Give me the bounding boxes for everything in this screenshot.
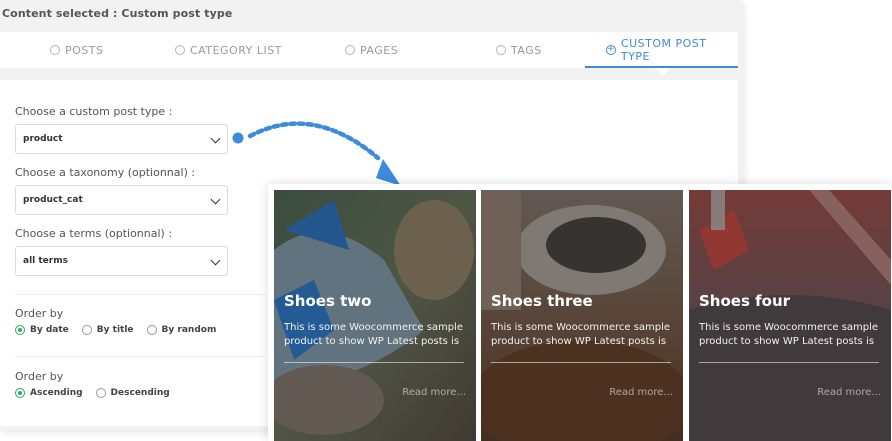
- taxonomy-select[interactable]: product_cat: [15, 185, 228, 215]
- radio-by-title[interactable]: By title: [81, 325, 134, 335]
- divider: [15, 294, 265, 295]
- read-more-link[interactable]: Read more...: [609, 387, 673, 398]
- post-type-select[interactable]: product: [15, 124, 228, 154]
- card-description: This is some Woocommerce sample product …: [284, 322, 464, 347]
- tab-posts[interactable]: POSTS: [50, 32, 103, 68]
- tab-label: POSTS: [65, 43, 104, 57]
- card-divider: [491, 362, 671, 363]
- card-title: Shoes two: [284, 292, 372, 310]
- card-description: This is some Woocommerce sample product …: [491, 322, 671, 347]
- card-title: Shoes four: [699, 292, 791, 310]
- image-overlay: [481, 190, 683, 441]
- read-more-link[interactable]: Read more...: [817, 387, 881, 398]
- tab-category-list[interactable]: CATEGORY LIST: [175, 32, 282, 68]
- card-description: This is some Woocommerce sample product …: [699, 322, 879, 347]
- radio-label: By title: [96, 325, 134, 335]
- card-divider: [284, 362, 464, 363]
- radio-label: By date: [30, 325, 69, 335]
- radio-circle-icon: [345, 45, 355, 55]
- radio-checked-icon: [15, 388, 25, 398]
- image-overlay: [689, 190, 891, 441]
- tab-label: PAGES: [360, 43, 399, 57]
- radio-unchecked-icon: [95, 388, 106, 398]
- chevron-down-icon: [210, 255, 221, 266]
- content-tabs: POSTS CATEGORY LIST PAGES TAGS CUSTOM PO…: [0, 32, 738, 68]
- tab-label: TAGS: [511, 43, 542, 57]
- read-more-link[interactable]: Read more...: [402, 387, 466, 398]
- terms-label: Choose a terms (optionnal) :: [15, 227, 173, 240]
- latest-posts-preview: Shoes two This is some Woocommerce sampl…: [268, 184, 892, 441]
- radio-label: Ascending: [30, 388, 83, 398]
- chevron-down-icon: [210, 194, 221, 205]
- radio-by-date[interactable]: By date: [15, 325, 69, 335]
- panel-title: Content selected : Custom post type: [2, 7, 233, 20]
- radio-circle-icon: [496, 45, 506, 55]
- taxonomy-label: Choose a taxonomy (optionnal) :: [15, 166, 196, 179]
- caret-pointer-icon: [655, 68, 671, 76]
- radio-circle-icon: [175, 45, 185, 55]
- order-by-label: Order by: [15, 307, 64, 320]
- tab-custom-post-type[interactable]: CUSTOM POST TYPE: [606, 32, 738, 68]
- product-card-shoes-two[interactable]: Shoes two This is some Woocommerce sampl…: [274, 190, 476, 441]
- card-divider: [699, 362, 879, 363]
- radio-by-random[interactable]: By random: [146, 325, 217, 335]
- terms-select[interactable]: all terms: [15, 246, 228, 276]
- taxonomy-value: product_cat: [23, 195, 83, 205]
- product-card-shoes-three[interactable]: Shoes three This is some Woocommerce sam…: [481, 190, 683, 441]
- radio-checked-icon: [15, 325, 25, 335]
- tab-pages[interactable]: PAGES: [345, 32, 398, 68]
- radio-label: By random: [161, 325, 217, 335]
- plus-circle-icon: [606, 43, 616, 55]
- image-overlay: [274, 190, 476, 441]
- tab-label: CATEGORY LIST: [190, 43, 282, 57]
- tab-label: CUSTOM POST TYPE: [620, 37, 707, 63]
- radio-unchecked-icon: [146, 325, 157, 335]
- terms-value: all terms: [23, 256, 68, 266]
- radio-circle-icon: [50, 45, 60, 55]
- card-title: Shoes three: [491, 292, 593, 310]
- tab-tags[interactable]: TAGS: [496, 32, 542, 68]
- chevron-down-icon: [210, 133, 221, 144]
- dotted-arrow-icon: [232, 121, 401, 186]
- radio-label: Descending: [110, 388, 170, 398]
- radio-unchecked-icon: [81, 325, 92, 335]
- order-radio-group: Ascending Descending: [15, 388, 183, 398]
- order-label: Order by: [15, 370, 64, 383]
- radio-descending[interactable]: Descending: [95, 388, 170, 398]
- divider: [15, 356, 265, 357]
- post-type-label: Choose a custom post type :: [15, 105, 173, 118]
- product-card-shoes-four[interactable]: Shoes four This is some Woocommerce samp…: [689, 190, 891, 441]
- order-by-radio-group: By date By title By random: [15, 325, 229, 335]
- post-type-value: product: [23, 134, 63, 144]
- radio-ascending[interactable]: Ascending: [15, 388, 83, 398]
